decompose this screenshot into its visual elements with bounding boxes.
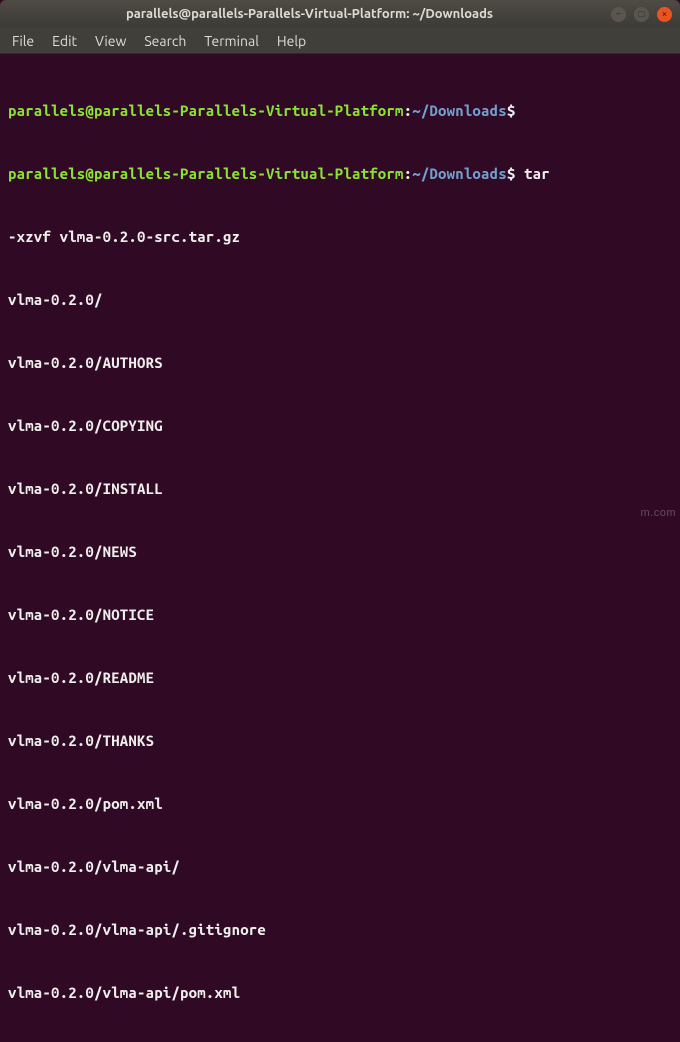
prompt-line-2: parallels@parallels-Parallels-Virtual-Pl… <box>8 163 672 184</box>
prompt-path: ~/Downloads <box>412 165 507 182</box>
command-tar-args: -xzvf vlma-0.2.0-src.tar.gz <box>8 228 240 245</box>
output-line: vlma-0.2.0/INSTALL <box>8 478 672 499</box>
menu-help[interactable]: Help <box>277 33 306 49</box>
output-line: vlma-0.2.0/pom.xml <box>8 793 672 814</box>
menu-view[interactable]: View <box>95 33 126 49</box>
output-line: vlma-0.2.0/NEWS <box>8 541 672 562</box>
output-line: vlma-0.2.0/AUTHORS <box>8 352 672 373</box>
window-titlebar: parallels@parallels-Parallels-Virtual-Pl… <box>0 0 680 28</box>
watermark-text: m.com <box>641 507 677 519</box>
output-line: vlma-0.2.0/vlma-api/.gitignore <box>8 919 672 940</box>
menu-search[interactable]: Search <box>144 33 186 49</box>
menu-file[interactable]: File <box>12 33 34 49</box>
prompt-dollar: $ <box>507 102 516 119</box>
prompt-line-1: parallels@parallels-Parallels-Virtual-Pl… <box>8 100 672 121</box>
prompt-user-host: parallels@parallels-Parallels-Virtual-Pl… <box>8 102 404 119</box>
maximize-icon[interactable]: □ <box>634 7 649 22</box>
menubar: File Edit View Search Terminal Help <box>0 28 680 54</box>
output-line: vlma-0.2.0/vlma-api/ <box>8 856 672 877</box>
prompt-user-host: parallels@parallels-Parallels-Virtual-Pl… <box>8 165 404 182</box>
close-icon[interactable]: × <box>657 7 672 22</box>
terminal-body[interactable]: parallels@parallels-Parallels-Virtual-Pl… <box>0 54 680 1042</box>
output-line: vlma-0.2.0/ <box>8 289 672 310</box>
output-line: vlma-0.2.0/THANKS <box>8 730 672 751</box>
command-continuation: -xzvf vlma-0.2.0-src.tar.gz <box>8 226 672 247</box>
command-tar: tar <box>524 165 558 182</box>
prompt-path: ~/Downloads <box>412 102 507 119</box>
menu-edit[interactable]: Edit <box>52 33 77 49</box>
window-controls: – □ × <box>611 7 672 22</box>
window-title: parallels@parallels-Parallels-Virtual-Pl… <box>8 7 611 21</box>
output-line: vlma-0.2.0/NOTICE <box>8 604 672 625</box>
menu-terminal[interactable]: Terminal <box>204 33 259 49</box>
output-line: vlma-0.2.0/README <box>8 667 672 688</box>
prompt-colon: : <box>404 102 413 119</box>
minimize-icon[interactable]: – <box>611 7 626 22</box>
output-line: vlma-0.2.0/COPYING <box>8 415 672 436</box>
output-line: vlma-0.2.0/vlma-api/pom.xml <box>8 982 672 1003</box>
prompt-colon: : <box>404 165 413 182</box>
prompt-dollar: $ <box>507 165 516 182</box>
